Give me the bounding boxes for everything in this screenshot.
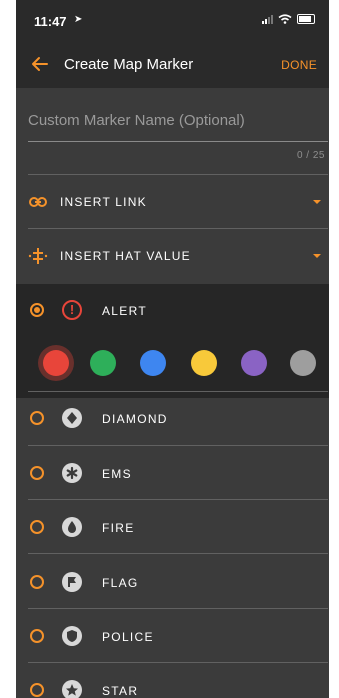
- marker-label: FIRE: [102, 521, 135, 535]
- divider: [28, 445, 328, 446]
- fire-icon: [62, 517, 82, 537]
- insert-link-label: INSERT LINK: [60, 195, 147, 209]
- radio-button[interactable]: [30, 520, 44, 534]
- nav-bar: Create Map Marker DONE: [16, 42, 329, 88]
- flag-icon: [62, 572, 82, 592]
- link-icon: [29, 197, 47, 207]
- color-swatch-gray[interactable]: [290, 350, 316, 376]
- marker-label: EMS: [102, 467, 132, 481]
- divider: [28, 662, 328, 663]
- diamond-icon: [62, 408, 82, 428]
- color-swatch-red[interactable]: [43, 350, 69, 376]
- police-icon: [62, 626, 82, 646]
- wifi-icon: [278, 14, 292, 24]
- divider: [28, 553, 328, 554]
- color-swatch-green[interactable]: [90, 350, 116, 376]
- ems-icon: [62, 463, 82, 483]
- radio-button[interactable]: [30, 683, 44, 697]
- divider: [28, 228, 328, 229]
- done-button[interactable]: DONE: [281, 58, 317, 72]
- status-time: 11:47: [34, 14, 67, 29]
- signal-icon: [262, 14, 273, 24]
- marker-label: STAR: [102, 684, 139, 698]
- radio-button[interactable]: [30, 466, 44, 480]
- color-swatch-purple[interactable]: [241, 350, 267, 376]
- hat-value-icon: [28, 248, 48, 264]
- marker-label: POLICE: [102, 630, 154, 644]
- radio-button[interactable]: [30, 411, 44, 425]
- color-swatch-blue[interactable]: [140, 350, 166, 376]
- location-arrow-icon: ➤: [74, 14, 83, 25]
- color-swatch-yellow[interactable]: [191, 350, 217, 376]
- selected-marker-section: [16, 284, 329, 398]
- divider: [28, 174, 328, 175]
- app-screen: 11:47 ➤ Create Map Marker DONE Custom Ma…: [16, 0, 329, 698]
- insert-hat-value-row[interactable]: INSERT HAT VALUE: [16, 230, 329, 282]
- input-underline: [28, 141, 328, 142]
- insert-hat-value-label: INSERT HAT VALUE: [60, 249, 191, 263]
- star-icon: [62, 680, 82, 698]
- chevron-down-icon: [313, 200, 321, 204]
- divider: [28, 391, 328, 392]
- battery-icon: [297, 14, 315, 24]
- radio-button[interactable]: [30, 575, 44, 589]
- marker-label: FLAG: [102, 576, 139, 590]
- divider: [28, 608, 328, 609]
- radio-button[interactable]: [30, 629, 44, 643]
- back-arrow-icon[interactable]: [30, 54, 50, 74]
- marker-name-input[interactable]: Custom Marker Name (Optional): [28, 112, 328, 142]
- status-icons: [262, 14, 315, 24]
- radio-button-selected[interactable]: [30, 303, 44, 317]
- marker-label: ALERT: [102, 304, 147, 318]
- page-title: Create Map Marker: [64, 56, 194, 73]
- chevron-down-icon: [313, 254, 321, 258]
- status-bar: 11:47 ➤: [16, 0, 329, 42]
- alert-icon: !: [62, 300, 82, 320]
- insert-link-row[interactable]: INSERT LINK: [16, 176, 329, 228]
- character-counter: 0 / 25: [296, 150, 325, 161]
- marker-label: DIAMOND: [102, 412, 168, 426]
- divider: [28, 499, 328, 500]
